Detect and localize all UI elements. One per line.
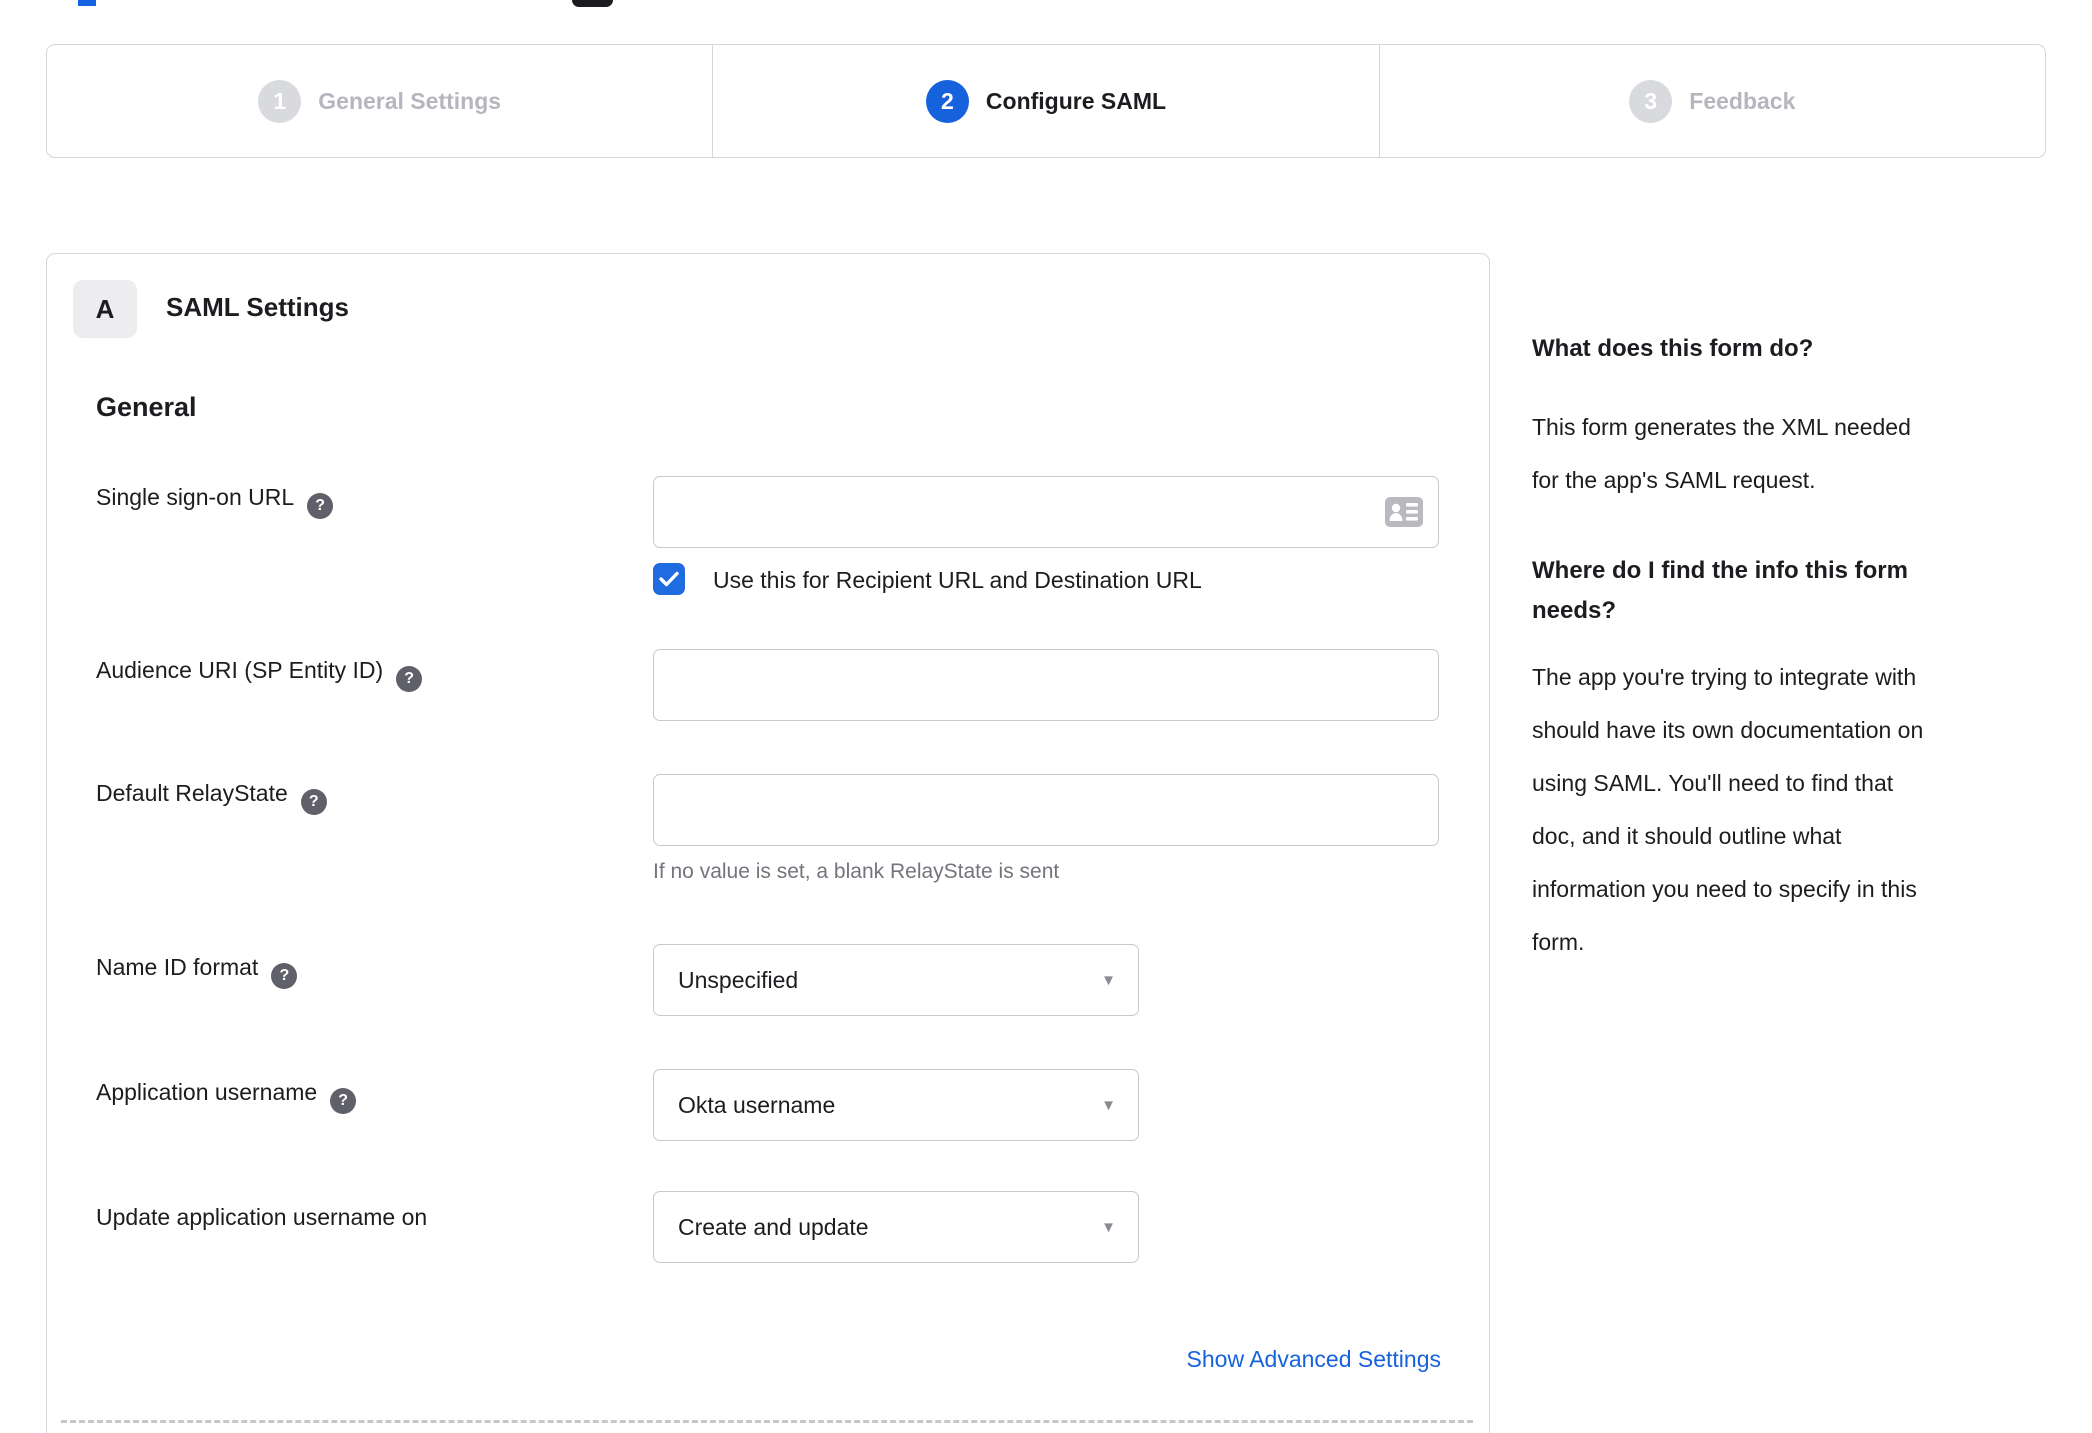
sso-url-label: Single sign-on URL bbox=[96, 484, 295, 510]
cropped-icon-fragment bbox=[572, 0, 613, 7]
name-id-format-dropdown[interactable]: Unspecified ▼ bbox=[653, 944, 1139, 1016]
chevron-down-icon: ▼ bbox=[1101, 971, 1116, 989]
step-1-label: General Settings bbox=[318, 87, 502, 114]
step-3-circle: 3 bbox=[1629, 79, 1673, 123]
step-general-settings[interactable]: 1 General Settings bbox=[47, 45, 712, 157]
app-username-dropdown[interactable]: Okta username ▼ bbox=[653, 1069, 1139, 1141]
update-username-value: Create and update bbox=[678, 1213, 869, 1240]
relaystate-label: Default RelayState bbox=[96, 780, 288, 806]
step-2-circle: 2 bbox=[925, 79, 969, 123]
relaystate-help-icon[interactable]: ? bbox=[300, 789, 327, 815]
step-2-label: Configure SAML bbox=[985, 87, 1167, 114]
general-section-title: General bbox=[96, 392, 197, 422]
update-username-dropdown[interactable]: Create and update ▼ bbox=[653, 1191, 1139, 1263]
help-heading-where: Where do I find the info this form needs… bbox=[1532, 557, 1908, 624]
saml-settings-panel: A SAML Settings General Single sign-on U… bbox=[46, 253, 1490, 1433]
section-divider bbox=[61, 1420, 1473, 1423]
sso-url-help-icon[interactable]: ? bbox=[307, 493, 334, 519]
step-3-label: Feedback bbox=[1689, 87, 1796, 114]
recipient-url-checkbox-label[interactable]: Use this for Recipient URL and Destinati… bbox=[713, 567, 1202, 594]
chevron-down-icon: ▼ bbox=[1101, 1096, 1116, 1114]
sso-url-input[interactable] bbox=[653, 476, 1439, 548]
show-advanced-settings-link[interactable]: Show Advanced Settings bbox=[1187, 1346, 1441, 1373]
app-username-label: Application username bbox=[96, 1079, 318, 1105]
help-paragraph-where: The app you're trying to integrate with … bbox=[1532, 664, 1924, 955]
step-1-circle: 1 bbox=[258, 79, 302, 123]
step-feedback[interactable]: 3 Feedback bbox=[1378, 45, 2045, 157]
chevron-down-icon: ▼ bbox=[1101, 1218, 1116, 1236]
app-username-help-icon[interactable]: ? bbox=[330, 1088, 357, 1114]
name-id-format-help-icon[interactable]: ? bbox=[271, 963, 298, 989]
relaystate-hint: If no value is set, a blank RelayState i… bbox=[653, 860, 1060, 883]
cropped-title-fragment bbox=[78, 0, 96, 6]
relaystate-input[interactable] bbox=[653, 774, 1439, 846]
recipient-url-checkbox[interactable] bbox=[653, 563, 685, 595]
help-heading-what: What does this form do? bbox=[1532, 335, 1814, 362]
help-sidebar: What does this form do? This form genera… bbox=[1532, 333, 2048, 969]
wizard-stepper: 1 General Settings 2 Configure SAML 3 Fe… bbox=[46, 44, 2046, 158]
help-paragraph-what: This form generates the XML needed for t… bbox=[1532, 414, 1911, 493]
app-username-value: Okta username bbox=[678, 1091, 836, 1118]
step-configure-saml[interactable]: 2 Configure SAML bbox=[712, 45, 1378, 157]
update-username-label: Update application username on bbox=[96, 1204, 428, 1230]
audience-uri-help-icon[interactable]: ? bbox=[396, 666, 423, 692]
name-id-format-label: Name ID format bbox=[96, 954, 259, 980]
checkmark-icon bbox=[659, 571, 679, 587]
audience-uri-label: Audience URI (SP Entity ID) bbox=[96, 657, 384, 683]
section-a-badge: A bbox=[73, 280, 137, 338]
audience-uri-input[interactable] bbox=[653, 649, 1439, 721]
contact-card-icon bbox=[1385, 497, 1423, 527]
panel-title: SAML Settings bbox=[166, 292, 349, 322]
name-id-format-value: Unspecified bbox=[678, 966, 799, 993]
